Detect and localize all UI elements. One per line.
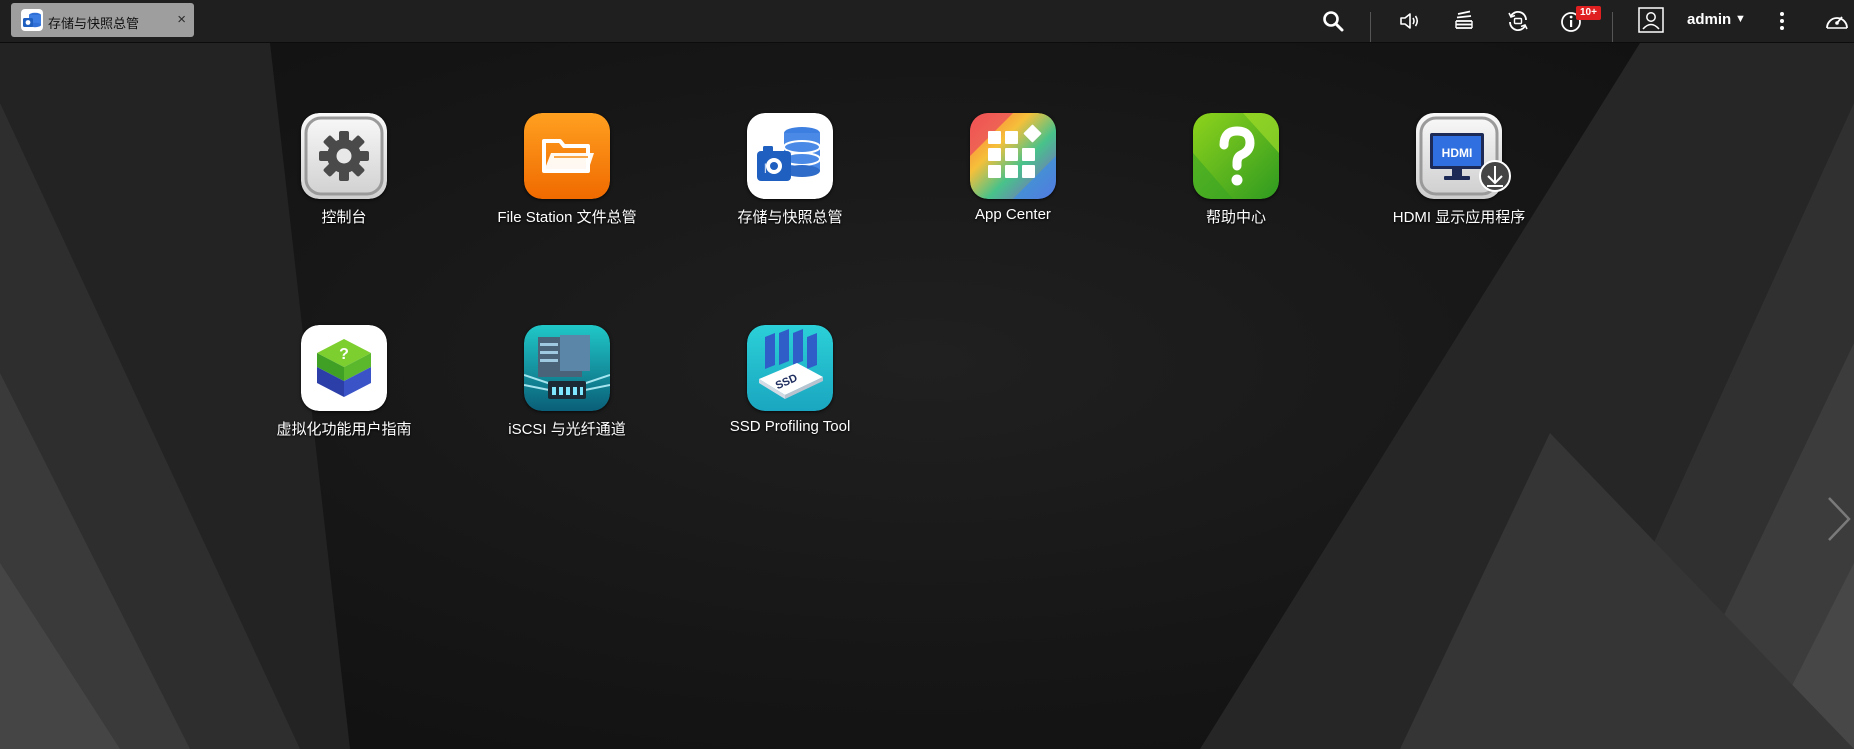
search-icon[interactable] (1321, 9, 1345, 33)
app-label: SSD Profiling Tool (729, 418, 851, 435)
app-label: App Center (975, 206, 1051, 223)
app-storage-snapshots[interactable]: | 存储与快照总管 (705, 113, 875, 227)
hdmi-display-icon: HDMI (1416, 113, 1511, 199)
app-label: 存储与快照总管 (737, 209, 843, 226)
svg-text:?: ? (339, 346, 349, 363)
chevron-right-icon[interactable] (1826, 495, 1852, 543)
app-hdmi-display[interactable]: HDMI HDMI 显示应用程序 (1374, 113, 1544, 227)
help-icon (1193, 113, 1279, 199)
user-icon[interactable] (1638, 7, 1664, 33)
gear-icon (301, 113, 387, 199)
ssd-icon: SSD (747, 325, 833, 411)
virtualization-guide-icon: ? (301, 325, 387, 411)
app-grid-icon (970, 113, 1056, 199)
app-label: 控制台 (321, 209, 367, 226)
user-menu-label[interactable]: admin (1687, 11, 1731, 28)
svg-text:HDMI: HDMI (1442, 146, 1473, 160)
app-control-panel[interactable]: 控制台 (259, 113, 429, 227)
app-label: iSCSI 与光纤通道 (508, 421, 626, 438)
close-icon[interactable]: × (177, 11, 186, 28)
app-label: 虚拟化功能用户指南 (276, 421, 412, 438)
tab-label: 存储与快照总管 (48, 16, 140, 31)
dashboard-icon[interactable] (1824, 9, 1850, 33)
svg-text:|: | (764, 163, 767, 174)
folder-icon (524, 113, 610, 199)
top-bar: 存储与快照总管 × 10+ admin ▼ (0, 0, 1854, 43)
app-app-center[interactable]: App Center (928, 113, 1098, 223)
storage-snapshot-icon: | (747, 113, 833, 199)
app-label: File Station 文件总管 (497, 209, 637, 226)
notification-badge: 10+ (1576, 6, 1601, 20)
toolbar-divider (1370, 12, 1371, 42)
iscsi-server-icon (524, 325, 610, 411)
app-iscsi-fibre-channel[interactable]: iSCSI 与光纤通道 (482, 325, 652, 439)
app-file-station[interactable]: File Station 文件总管 (482, 113, 652, 227)
app-ssd-profiling-tool[interactable]: SSD SSD Profiling Tool (705, 325, 875, 435)
more-icon[interactable] (1770, 9, 1794, 33)
toolbar-divider (1612, 12, 1613, 42)
storage-snapshot-icon (21, 9, 43, 31)
window-tab-storage[interactable]: 存储与快照总管 × (11, 3, 194, 37)
app-label: HDMI 显示应用程序 (1392, 209, 1526, 226)
background-tasks-icon[interactable] (1452, 9, 1476, 33)
desktop: 控制台 File Station 文件总管 | 存储与快照总管 App Cent… (0, 43, 1854, 749)
volume-icon[interactable] (1398, 9, 1422, 33)
app-help-center[interactable]: 帮助中心 (1151, 113, 1321, 227)
app-label: 帮助中心 (1205, 209, 1266, 226)
app-virtualization-guide[interactable]: ? 虚拟化功能用户指南 (259, 325, 429, 439)
sync-icon[interactable] (1506, 9, 1530, 33)
chevron-down-icon[interactable]: ▼ (1735, 13, 1746, 25)
